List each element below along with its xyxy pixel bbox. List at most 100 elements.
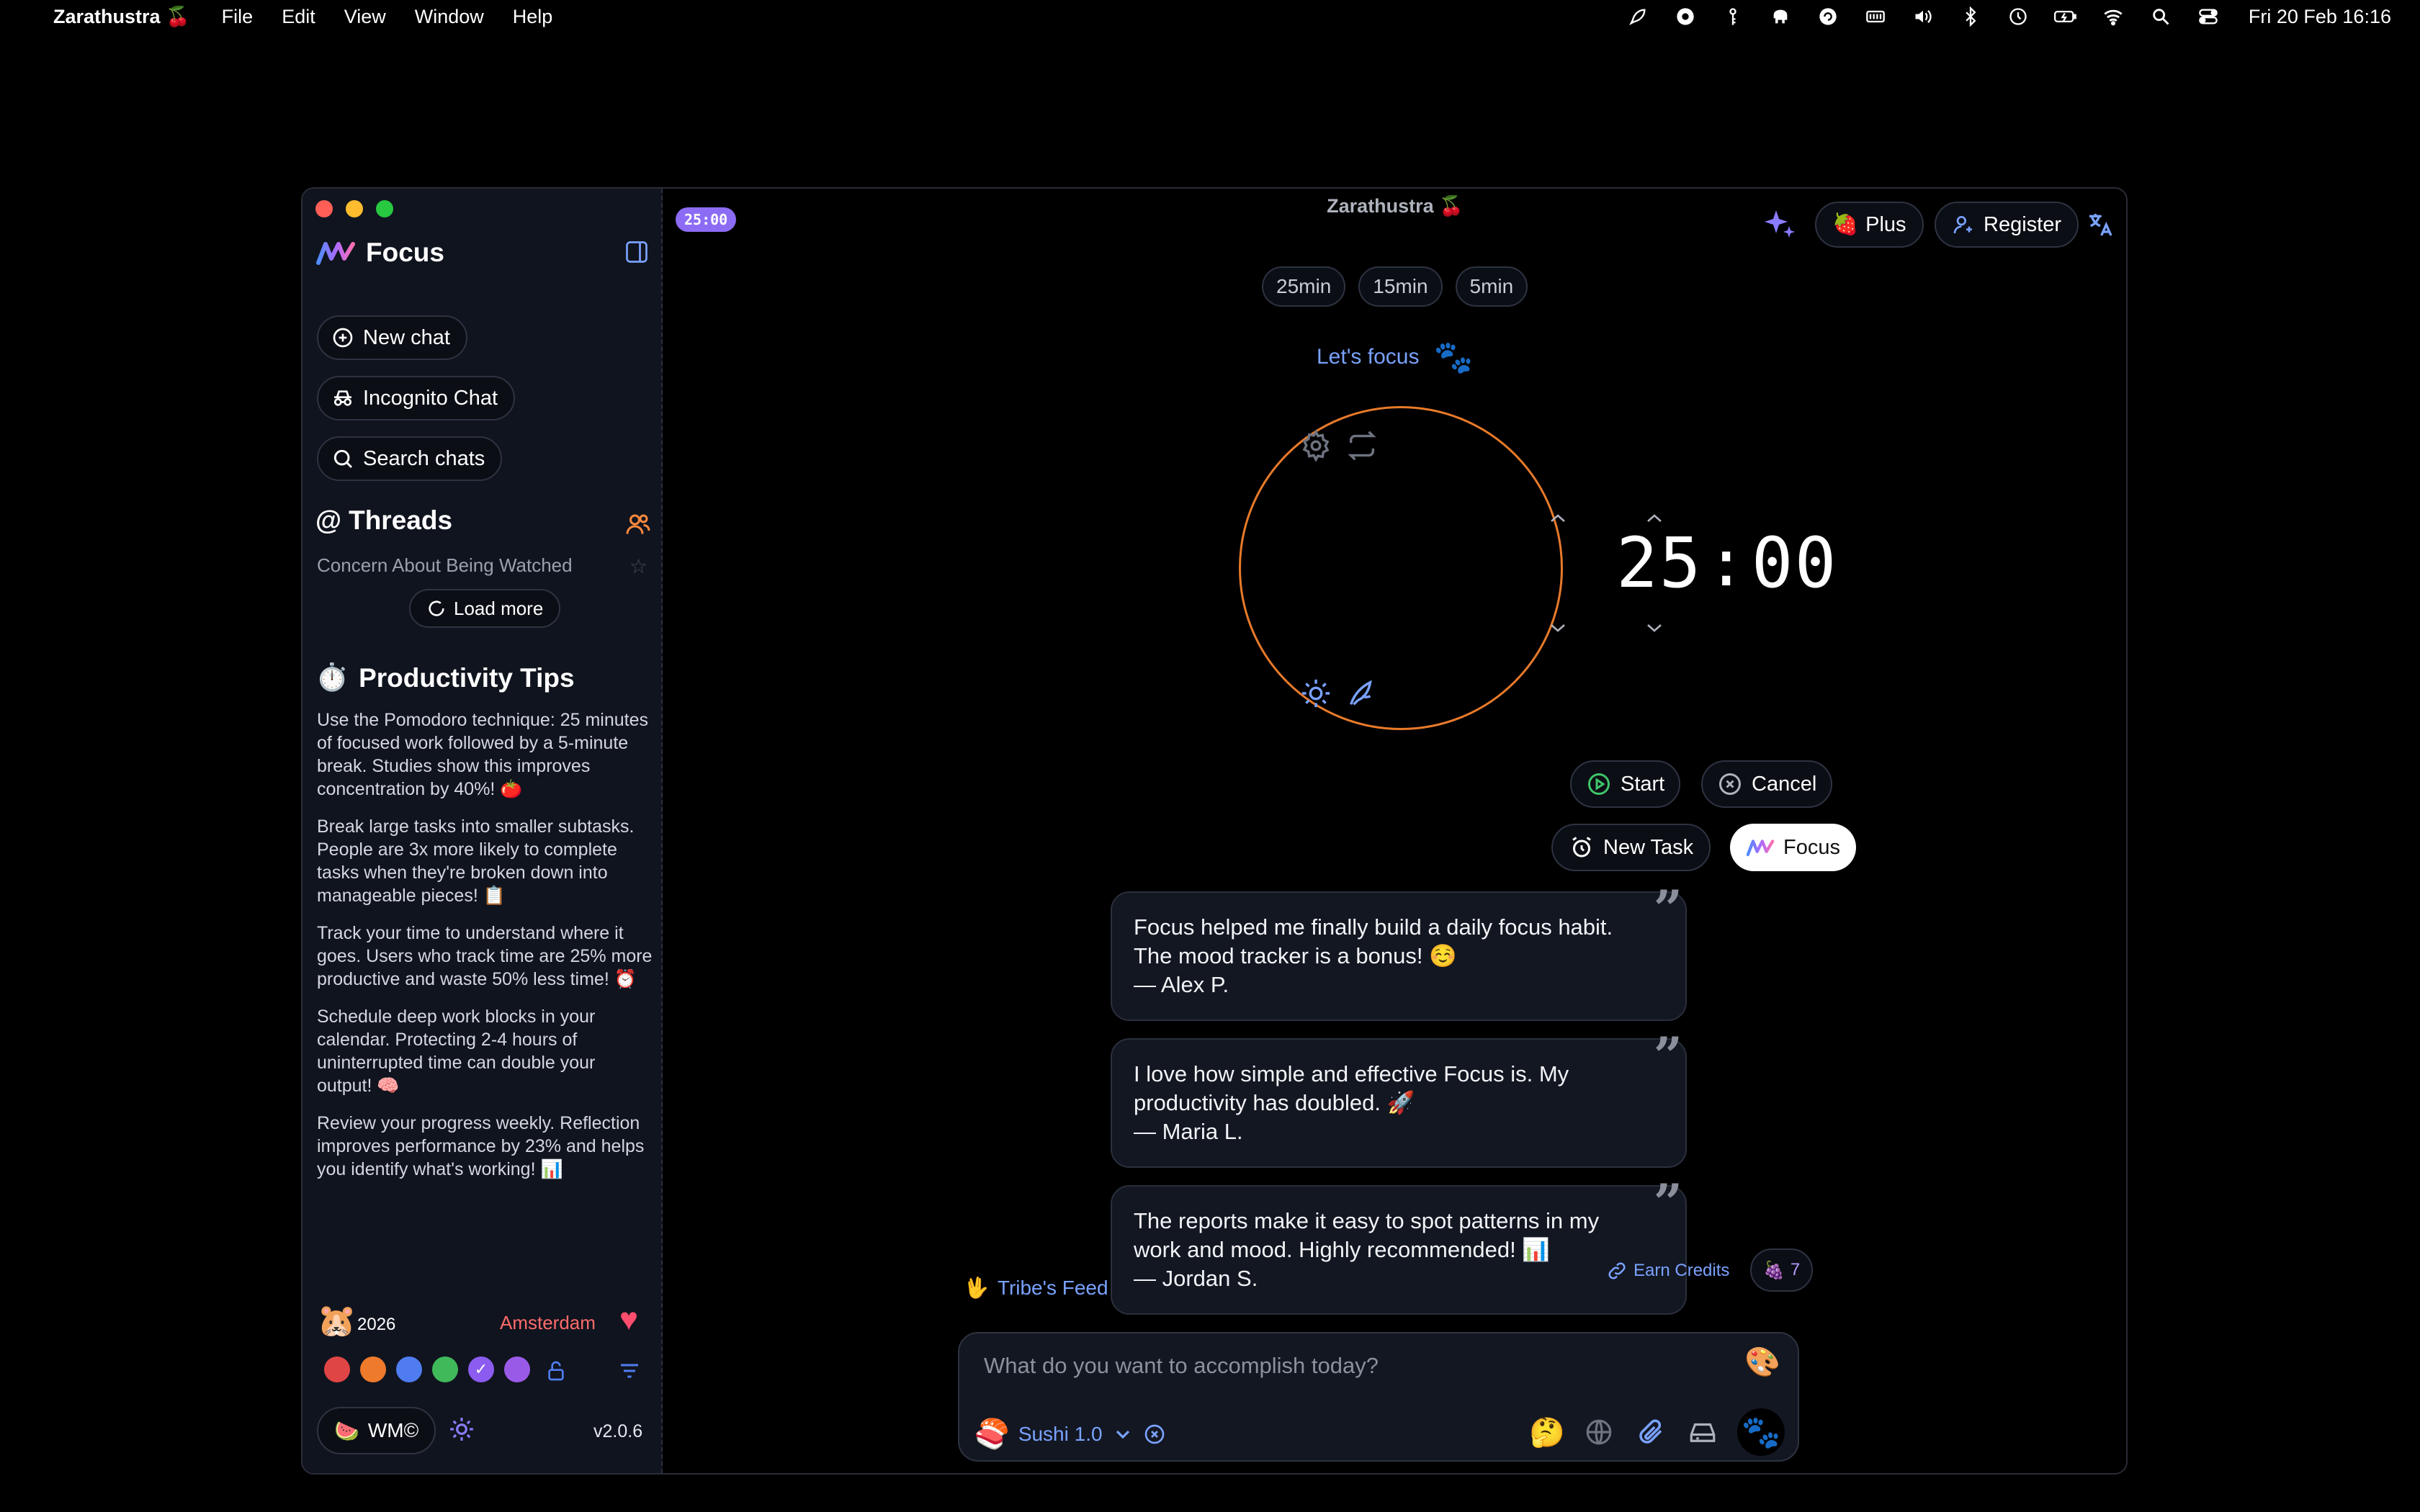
- quote-icon: ”: [1653, 1026, 1682, 1086]
- model-selector[interactable]: 🍣 Sushi 1.0: [974, 1417, 1166, 1451]
- thread-item[interactable]: Concern About Being Watched: [317, 554, 573, 577]
- key-icon[interactable]: [1721, 6, 1744, 27]
- feather-icon[interactable]: [1626, 6, 1649, 27]
- close-window-button[interactable]: [315, 200, 333, 217]
- preset-15min[interactable]: 15min: [1358, 266, 1443, 307]
- attachment-icon[interactable]: [1634, 1415, 1668, 1449]
- heart-icon[interactable]: ♥: [619, 1302, 638, 1338]
- globe-icon[interactable]: [1582, 1415, 1616, 1449]
- testimonial-card: ” I love how simple and effective Focus …: [1111, 1031, 1687, 1168]
- volume-icon[interactable]: [1912, 6, 1935, 27]
- brand[interactable]: Focus: [315, 238, 444, 268]
- sparkle-icon[interactable]: [1762, 207, 1796, 242]
- timer-minutes[interactable]: 25: [1616, 523, 1703, 603]
- year-label: 2026: [357, 1315, 396, 1334]
- minutes-increase-chevron-up-icon[interactable]: [1547, 511, 1569, 526]
- plus-button[interactable]: 🍓 Plus: [1815, 202, 1924, 248]
- bird-icon[interactable]: [1345, 677, 1379, 710]
- lock-icon[interactable]: [544, 1359, 568, 1382]
- start-button[interactable]: Start: [1570, 760, 1681, 808]
- hamster-icon[interactable]: 🐹: [317, 1302, 357, 1339]
- chat-composer: 🎨 🍣 Sushi 1.0 🤔 🐾: [958, 1332, 1799, 1462]
- clear-model-icon[interactable]: [1143, 1423, 1166, 1446]
- timer-bottom-controls: [1299, 677, 1379, 710]
- cancel-button[interactable]: Cancel: [1701, 760, 1833, 808]
- menu-file[interactable]: File: [222, 6, 254, 28]
- sun-icon[interactable]: [448, 1416, 475, 1443]
- focus-logo-icon: [316, 242, 355, 265]
- minutes-decrease-chevron-down-icon[interactable]: [1547, 621, 1569, 635]
- tip-item: Review your progress weekly. Reflection …: [317, 1113, 645, 1179]
- menubar-app-name[interactable]: Zarathustra 🍒: [53, 5, 190, 28]
- menu-window[interactable]: Window: [415, 6, 484, 28]
- memory-icon[interactable]: [1864, 6, 1887, 27]
- search-icon: [333, 449, 353, 469]
- search-chats-button[interactable]: Search chats: [317, 436, 503, 481]
- preset-25min[interactable]: 25min: [1262, 266, 1346, 307]
- register-button[interactable]: Register: [1935, 202, 2079, 248]
- minimize-window-button[interactable]: [346, 200, 363, 217]
- sushi-icon: 🍣: [974, 1418, 1010, 1450]
- send-mascot-button[interactable]: 🐾: [1737, 1408, 1785, 1456]
- control-center-icon[interactable]: [2197, 6, 2220, 27]
- plus-circle-icon: [333, 328, 353, 348]
- color-swatch-green[interactable]: [432, 1356, 458, 1382]
- wifi-icon[interactable]: [2102, 6, 2125, 27]
- record-icon[interactable]: [1674, 6, 1697, 27]
- theme-color-picker: ✓: [324, 1356, 530, 1382]
- new-task-button[interactable]: New Task: [1551, 824, 1711, 871]
- timer-presets: 25min 15min 5min: [1262, 266, 1528, 307]
- prompt-input[interactable]: [984, 1348, 1733, 1384]
- wm-button[interactable]: 🍉 WM©: [317, 1407, 436, 1454]
- city-label[interactable]: Amsterdam: [500, 1312, 596, 1334]
- focus-mode-button[interactable]: Focus: [1730, 824, 1856, 871]
- bluetooth-icon[interactable]: [1959, 6, 1982, 27]
- filter-icon[interactable]: [617, 1359, 642, 1382]
- quote-icon: ”: [1653, 879, 1682, 939]
- cancel-circle-icon: [1719, 773, 1741, 795]
- timer-seconds[interactable]: 00: [1752, 523, 1838, 603]
- load-more-button[interactable]: Load more: [409, 589, 561, 628]
- color-swatch-purple-selected[interactable]: ✓: [468, 1356, 494, 1382]
- menu-help[interactable]: Help: [513, 6, 553, 28]
- settings-gear-icon[interactable]: [1299, 429, 1332, 462]
- spiral-icon[interactable]: [1816, 6, 1839, 27]
- sidebar-toggle-icon[interactable]: [624, 239, 650, 265]
- spotlight-search-icon[interactable]: [2149, 6, 2172, 27]
- color-swatch-blue[interactable]: [396, 1356, 422, 1382]
- new-chat-button[interactable]: New chat: [317, 315, 467, 360]
- focus-logo-icon: [1746, 840, 1775, 857]
- grape-credits-badge[interactable]: 🍇 7: [1750, 1248, 1814, 1292]
- drive-icon[interactable]: [1685, 1415, 1720, 1449]
- thinking-face-icon[interactable]: 🤔: [1529, 1415, 1565, 1449]
- sun-icon[interactable]: [1299, 677, 1332, 710]
- app-window: Focus New chat Incognito Chat Search cha…: [301, 187, 2128, 1475]
- earn-credits-link[interactable]: Earn Credits: [1606, 1260, 1729, 1282]
- timer-top-controls: [1299, 429, 1379, 462]
- users-icon[interactable]: [625, 511, 651, 537]
- translate-icon[interactable]: [2086, 210, 2115, 239]
- color-swatch-red[interactable]: [324, 1356, 350, 1382]
- color-swatch-orange[interactable]: [360, 1356, 386, 1382]
- menu-view[interactable]: View: [344, 6, 386, 28]
- window-controls: [315, 200, 393, 217]
- preset-5min[interactable]: 5min: [1455, 266, 1528, 307]
- elephant-icon[interactable]: [1769, 6, 1792, 27]
- alarm-clock-icon: [1572, 837, 1591, 858]
- menu-edit[interactable]: Edit: [282, 6, 315, 28]
- productivity-tips-heading: ⏱️ Productivity Tips: [315, 662, 575, 693]
- time-machine-icon[interactable]: [2007, 6, 2030, 27]
- star-icon[interactable]: ☆: [629, 554, 647, 578]
- tips-list: Use the Pomodoro technique: 25 minutes o…: [317, 708, 653, 1195]
- palette-icon[interactable]: 🎨: [1744, 1345, 1780, 1379]
- seconds-decrease-chevron-down-icon[interactable]: [1644, 621, 1665, 635]
- color-swatch-violet[interactable]: [504, 1356, 530, 1382]
- tribe-feed-link[interactable]: 🖖 Tribe's Feed: [964, 1276, 1108, 1300]
- battery-icon[interactable]: [2053, 6, 2077, 27]
- zoom-window-button[interactable]: [376, 200, 393, 217]
- timer-separator: :: [1706, 525, 1747, 601]
- repeat-icon[interactable]: [1345, 429, 1379, 462]
- menubar-clock[interactable]: Fri 20 Feb 16:16: [2249, 6, 2391, 28]
- tip-item: Break large tasks into smaller subtasks.…: [317, 816, 635, 906]
- incognito-chat-button[interactable]: Incognito Chat: [317, 376, 516, 420]
